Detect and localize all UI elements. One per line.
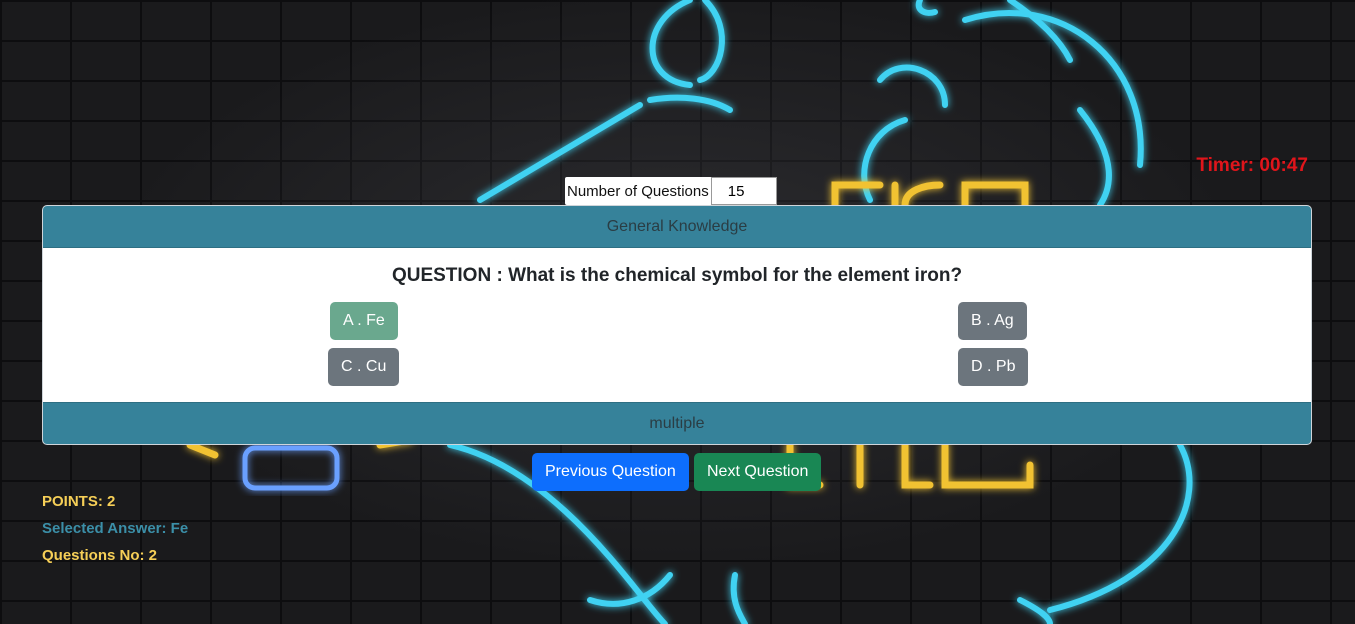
question-type: multiple: [43, 402, 1311, 444]
question-card: General Knowledge QUESTION : What is the…: [42, 205, 1312, 445]
answer-button-a[interactable]: A . Fe: [330, 302, 398, 340]
timer-display: Timer: 00:47: [1196, 155, 1308, 176]
question-text: QUESTION : What is the chemical symbol f…: [391, 265, 963, 286]
answer-options: A . Fe B . Ag C . Cu D . Pb: [43, 287, 1311, 387]
question-number-display: Questions No: 2: [42, 547, 158, 564]
number-of-questions-label: Number of Questions: [565, 177, 711, 205]
number-of-questions-control: Number of Questions: [565, 177, 777, 205]
points-display: POINTS: 2: [42, 493, 116, 510]
quiz-stats: POINTS: 2 Selected Answer: Fe Questions …: [42, 492, 188, 573]
selected-answer-display: Selected Answer: Fe: [42, 520, 189, 537]
previous-question-button[interactable]: Previous Question: [532, 453, 689, 491]
answer-button-b[interactable]: B . Ag: [958, 302, 1027, 340]
answer-button-d[interactable]: D . Pb: [958, 348, 1029, 386]
question-category: General Knowledge: [43, 206, 1311, 248]
number-of-questions-input[interactable]: [710, 177, 777, 205]
answer-button-c[interactable]: C . Cu: [328, 348, 400, 386]
next-question-button[interactable]: Next Question: [694, 453, 822, 491]
